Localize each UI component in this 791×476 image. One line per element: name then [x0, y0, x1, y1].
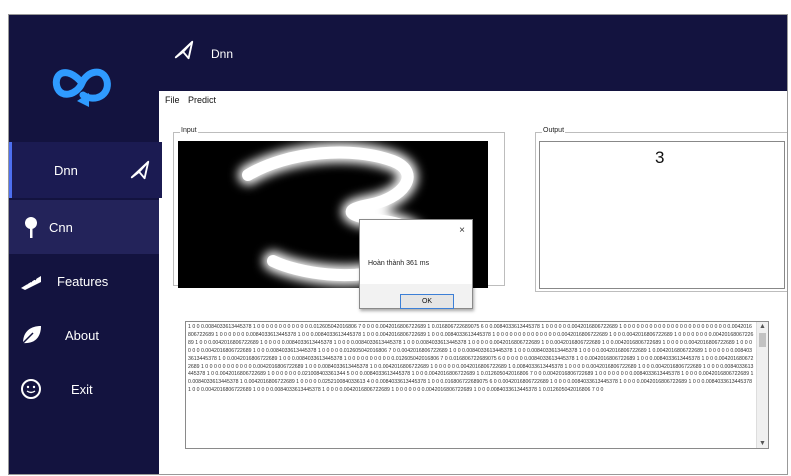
chevron-down-icon[interactable]: ▼ — [759, 440, 766, 447]
output-group: Output 3 — [535, 127, 787, 292]
dialog-body — [360, 220, 472, 284]
sidebar: Dnn Cnn Features About Exit — [9, 15, 162, 474]
sidebar-item-about[interactable]: About — [9, 308, 159, 362]
sidebar-item-label: Dnn — [54, 162, 78, 178]
vector-output-textarea[interactable]: 1 0 0 0.0084033613445378 1 0 0 0 0 0 0 0… — [185, 321, 769, 449]
smiley-icon — [19, 377, 43, 401]
scrollbar-thumb[interactable] — [759, 333, 766, 347]
sidebar-item-cnn[interactable]: Cnn — [9, 200, 159, 254]
sidebar-item-exit[interactable]: Exit — [9, 362, 159, 416]
leaf-icon — [19, 323, 43, 347]
output-display: 3 — [539, 141, 785, 289]
header-bar: Dnn — [159, 15, 787, 91]
paper-plane-icon — [128, 158, 152, 182]
sidebar-item-label: Exit — [71, 381, 93, 397]
input-group-label: Input — [180, 127, 198, 134]
output-group-label: Output — [542, 127, 566, 134]
menu-bar: File Predict — [165, 95, 222, 105]
vertical-scrollbar[interactable]: ▲ ▼ — [756, 322, 768, 448]
app-window: Dnn Cnn Features About Exit Dnn File Pre… — [8, 14, 788, 475]
sidebar-item-label: Features — [57, 273, 109, 289]
sidebar-item-dnn[interactable]: Dnn — [9, 142, 162, 198]
paper-plane-icon — [173, 39, 195, 66]
close-icon[interactable]: × — [459, 225, 465, 236]
sidebar-item-label: Cnn — [49, 219, 73, 235]
menu-file[interactable]: File — [165, 95, 180, 105]
menu-predict[interactable]: Predict — [188, 95, 216, 105]
predicted-digit: 3 — [655, 148, 665, 167]
map-pin-icon — [19, 215, 43, 239]
vector-text: 1 0 0 0.0084033613445378 1 0 0 0 0 0 0 0… — [188, 324, 754, 394]
page-title: Dnn — [211, 47, 234, 61]
dialog-message: Hoàn thành 361 ms — [368, 260, 430, 267]
app-logo — [52, 68, 111, 107]
sidebar-item-label: About — [65, 327, 99, 343]
ok-button[interactable]: OK — [400, 294, 454, 309]
ruler-icon — [19, 269, 43, 293]
chevron-up-icon[interactable]: ▲ — [759, 323, 766, 330]
message-dialog: × Hoàn thành 361 ms OK — [359, 219, 473, 309]
sidebar-item-features[interactable]: Features — [9, 254, 159, 308]
